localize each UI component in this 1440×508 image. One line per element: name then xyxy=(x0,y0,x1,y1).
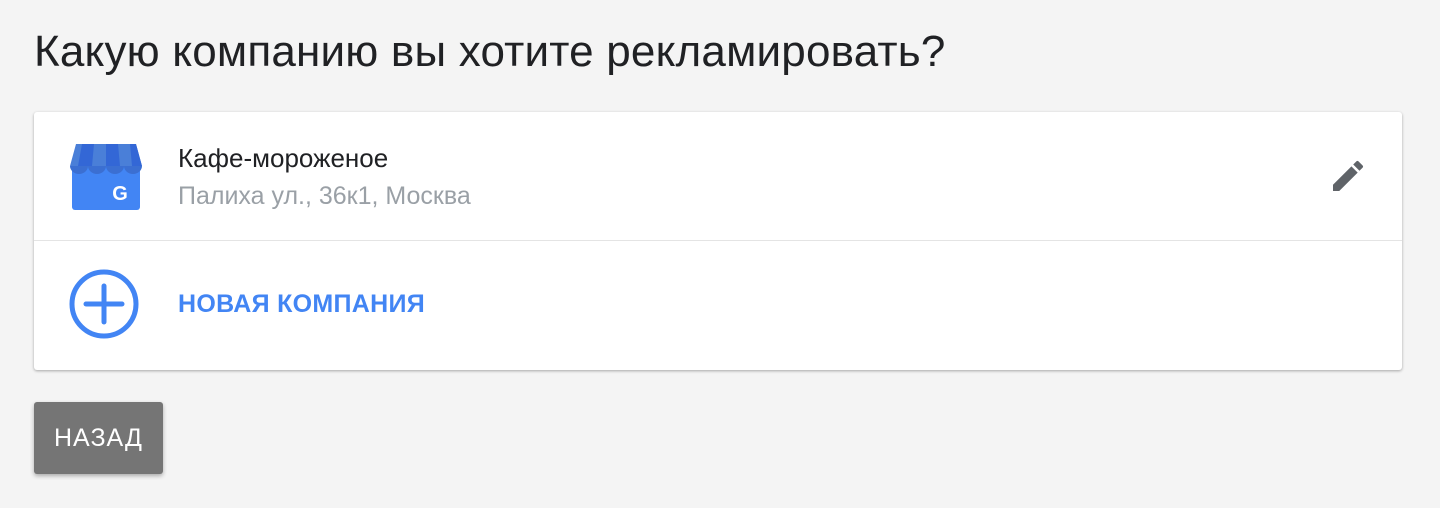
new-business-link[interactable]: НОВАЯ КОМПАНИЯ xyxy=(178,288,425,320)
svg-text:G: G xyxy=(112,183,128,205)
plus-circle-icon[interactable] xyxy=(68,268,140,340)
business-name: Кафе-мороженое xyxy=(178,143,389,173)
page-title: Какую компанию вы хотите рекламировать? xyxy=(34,27,946,76)
business-address: Палиха ул., 36к1, Москва xyxy=(178,182,471,210)
store-icon: G xyxy=(70,144,142,210)
back-button[interactable]: НАЗАД xyxy=(34,402,163,474)
business-list-card: G Кафе-мороженое Палиха ул., 36к1, Москв… xyxy=(34,112,1402,370)
pencil-icon[interactable] xyxy=(1328,156,1368,196)
business-row[interactable]: G Кафе-мороженое Палиха ул., 36к1, Москв… xyxy=(34,112,1402,241)
